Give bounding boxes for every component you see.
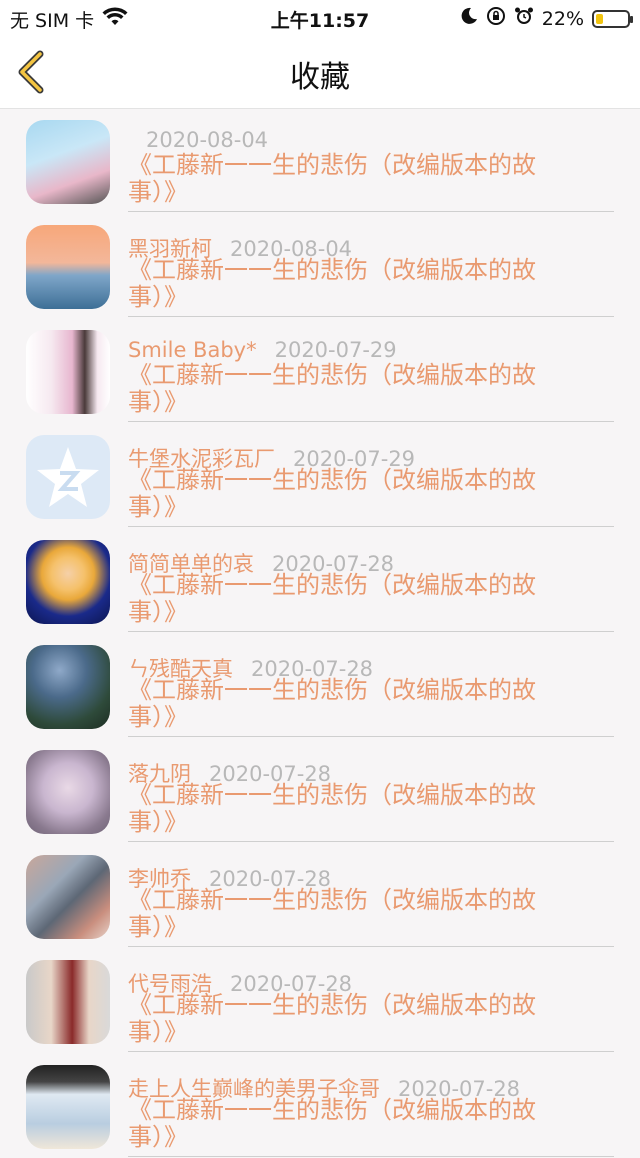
- item-title: 《工藤新一一生的悲伤（改编版本的故事）》: [128, 781, 536, 836]
- item-title: 《工藤新一一生的悲伤（改编版本的故事）》: [128, 886, 536, 941]
- avatar: [26, 855, 110, 939]
- status-bar: 无 SIM 卡 上午11:57 22%: [0, 0, 640, 34]
- item-title: 《工藤新一一生的悲伤（改编版本的故事）》: [128, 466, 536, 521]
- item-date: 2020-07-29: [274, 338, 397, 362]
- list-item[interactable]: 落九阴 2020-07-28 《工藤新一一生的悲伤（改编版本的故事）》: [0, 738, 640, 843]
- navigation-bar: 收藏: [0, 34, 640, 109]
- item-date: 2020-08-04: [146, 128, 269, 152]
- battery-percent: 22%: [541, 7, 584, 30]
- rotation-lock-icon: [486, 6, 506, 31]
- battery-icon: [592, 9, 633, 28]
- avatar: [26, 225, 110, 309]
- alarm-icon: [514, 6, 534, 31]
- item-title: 《工藤新一一生的悲伤（改编版本的故事）》: [128, 256, 536, 311]
- moon-icon: [460, 7, 478, 30]
- list-item[interactable]: Smile Baby* 2020-07-29 《工藤新一一生的悲伤（改编版本的故事）…: [0, 318, 640, 423]
- list-item[interactable]: 2020-08-04 《工藤新一一生的悲伤（改编版本的故事）》: [0, 108, 640, 213]
- battery-level: [596, 13, 603, 24]
- favorites-list: 2020-08-04 《工藤新一一生的悲伤（改编版本的故事）》 黑羽新柯 2020-…: [0, 108, 640, 1158]
- avatar: [26, 1065, 110, 1149]
- page-title: 收藏: [290, 60, 350, 95]
- avatar: [26, 435, 110, 519]
- item-title: 《工藤新一一生的悲伤（改编版本的故事）》: [128, 676, 536, 731]
- item-title: 《工藤新一一生的悲伤（改编版本的故事）》: [128, 571, 536, 626]
- list-item[interactable]: 走上人生巅峰的美男子伞哥 2020-07-28 《工藤新一一生的悲伤（改编版本的故事…: [0, 1053, 640, 1158]
- item-title: 《工藤新一一生的悲伤（改编版本的故事）》: [128, 991, 536, 1046]
- avatar: [26, 750, 110, 834]
- avatar: [26, 120, 110, 204]
- item-title: 《工藤新一一生的悲伤（改编版本的故事）》: [128, 361, 536, 416]
- list-item[interactable]: 李帅乔 2020-07-28 《工藤新一一生的悲伤（改编版本的故事）》: [0, 843, 640, 948]
- list-item[interactable]: 代号雨浩 2020-07-28 《工藤新一一生的悲伤（改编版本的故事）》: [0, 948, 640, 1053]
- list-item[interactable]: 黑羽新柯 2020-08-04 《工藤新一一生的悲伤（改编版本的故事）》: [0, 213, 640, 318]
- avatar: [26, 960, 110, 1044]
- list-item[interactable]: 牛堡水泥彩瓦厂 2020-07-29 《工藤新一一生的悲伤（改编版本的故事）》: [0, 423, 640, 528]
- avatar: [26, 330, 110, 414]
- star-icon: [37, 447, 99, 507]
- item-author: Smile Baby*: [128, 338, 257, 362]
- list-item[interactable]: ㄣ残酷天真 2020-07-28 《工藤新一一生的悲伤（改编版本的故事）》: [0, 633, 640, 738]
- item-title: 《工藤新一一生的悲伤（改编版本的故事）》: [128, 151, 536, 206]
- item-title: 《工藤新一一生的悲伤（改编版本的故事）》: [128, 1096, 536, 1151]
- avatar: [26, 540, 110, 624]
- list-item[interactable]: 简简单单的哀 2020-07-28 《工藤新一一生的悲伤（改编版本的故事）》: [0, 528, 640, 633]
- avatar: [26, 645, 110, 729]
